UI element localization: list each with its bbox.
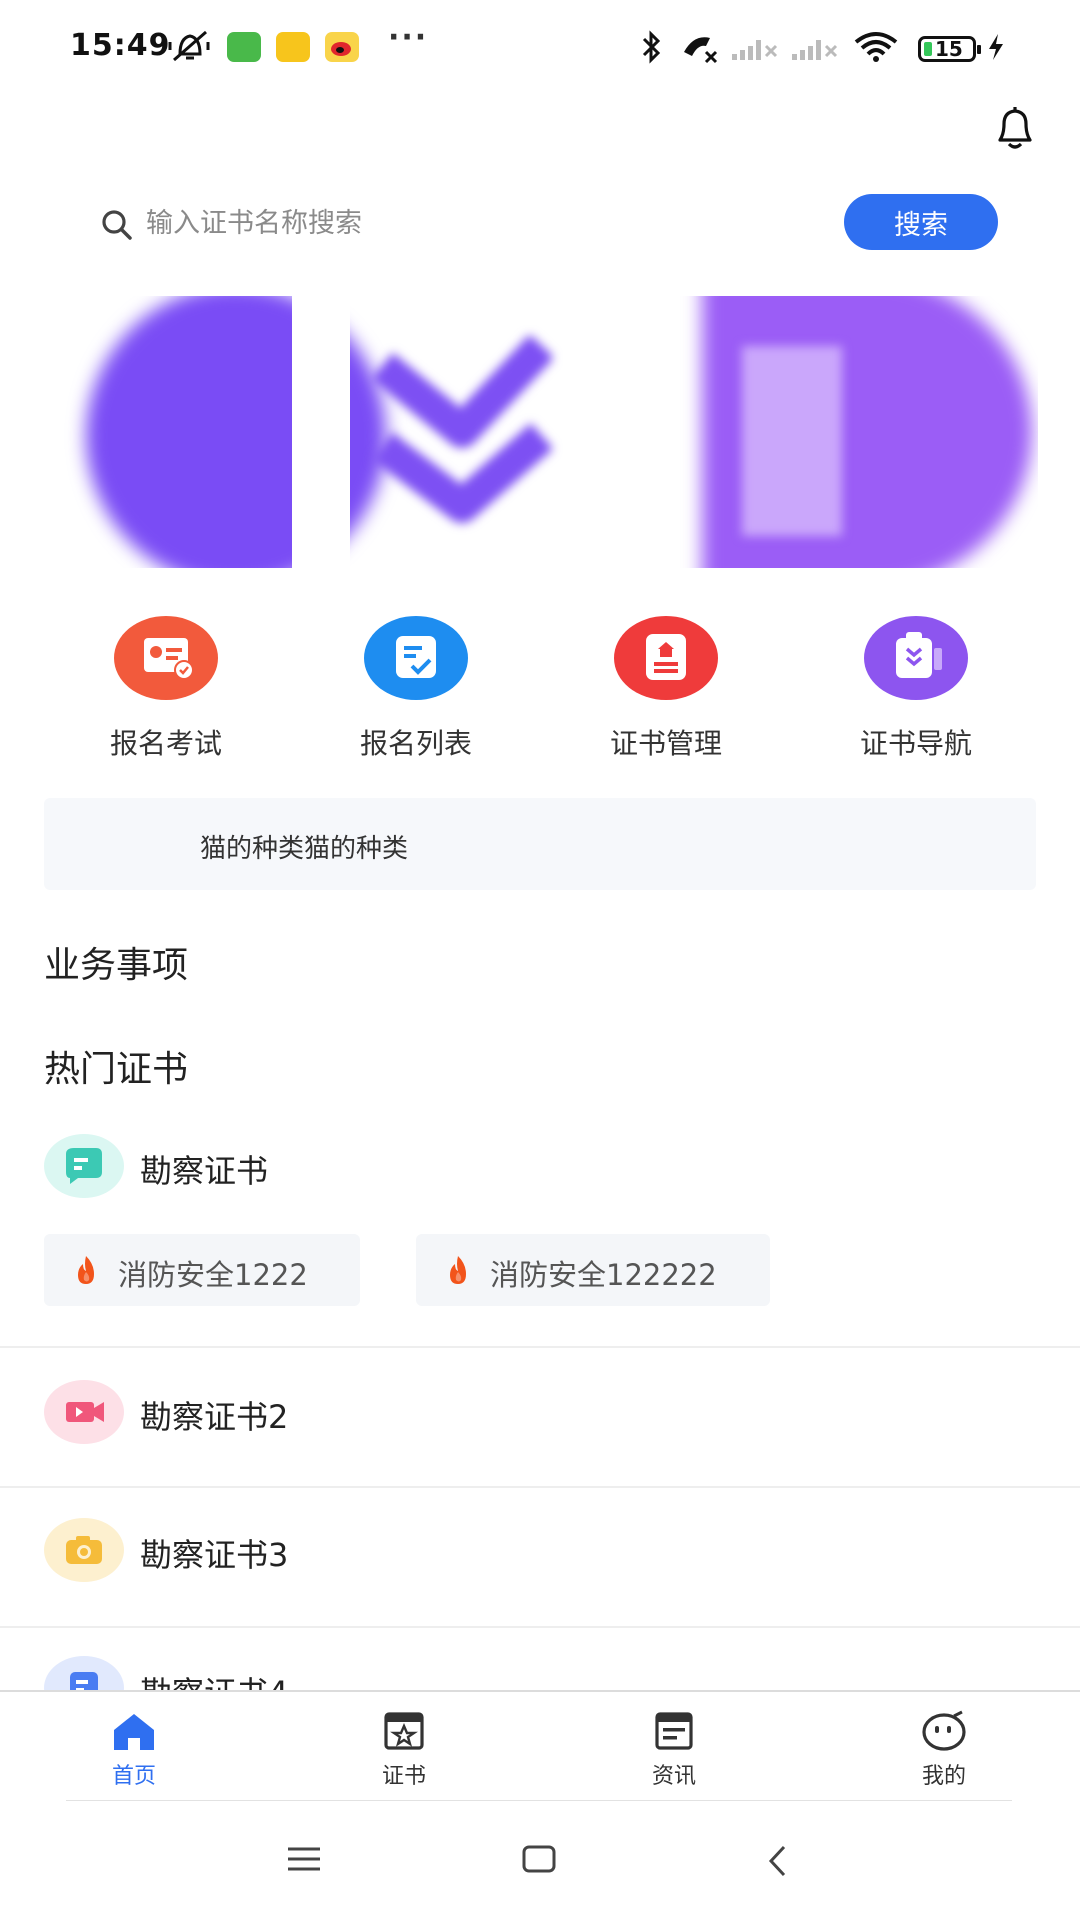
category-label: 勘察证书 [140, 1152, 269, 1190]
tab-home[interactable]: 首页 [74, 1710, 194, 1800]
notification-bell-icon[interactable] [992, 104, 1038, 154]
category-label: 勘察证书3 [140, 1536, 289, 1574]
signal-off-icon-1 [732, 40, 778, 60]
certificate-icon [384, 1712, 424, 1750]
search-button[interactable]: 搜索 [844, 194, 998, 250]
quick-action-cert-navigation[interactable]: 证书导航 [816, 616, 1016, 766]
search-bar: 搜索 [90, 194, 1000, 252]
weibo-app-icon [325, 32, 359, 62]
quick-action-signup-list[interactable]: 报名列表 [316, 616, 516, 766]
camera-icon [44, 1518, 124, 1582]
notice-text: 猫的种类猫的种类 [200, 834, 409, 864]
hot-cert-tag[interactable]: 消防安全122222 [416, 1234, 770, 1306]
tab-profile[interactable]: 我的 [884, 1710, 1004, 1800]
section-title-hot-certs: 热门证书 [44, 1049, 189, 1090]
quick-action-label: 证书导航 [859, 727, 972, 760]
quick-action-label: 报名列表 [359, 727, 472, 760]
double-chevron-down-icon [372, 336, 552, 523]
quick-action-cert-management[interactable]: 证书管理 [566, 616, 766, 766]
home-icon [114, 1714, 154, 1750]
menu-icon[interactable] [286, 1844, 322, 1874]
tab-label: 证书 [381, 1764, 426, 1789]
quick-action-label: 证书管理 [609, 727, 722, 760]
wifi-icon [854, 32, 898, 62]
call-missed-icon [684, 37, 718, 64]
certificate-doc-icon [614, 616, 718, 700]
notice-bar[interactable]: 猫的种类猫的种类 [44, 798, 1036, 890]
hot-cert-label: 消防安全1222 [118, 1258, 308, 1292]
mute-vibrate-icon [168, 30, 210, 62]
news-icon [655, 1712, 693, 1750]
charging-icon [989, 34, 1003, 60]
clipboard-arrow-icon [864, 616, 968, 700]
battery-icon: 15 [918, 36, 981, 62]
divider [66, 1800, 1012, 1801]
tab-label: 资讯 [651, 1764, 696, 1789]
search-input[interactable] [146, 200, 706, 246]
meituan-app-icon [276, 32, 310, 62]
category-label: 勘察证书2 [140, 1398, 289, 1436]
video-camera-icon [44, 1380, 124, 1444]
tab-label: 我的 [921, 1764, 966, 1789]
tab-news[interactable]: 资讯 [614, 1710, 734, 1800]
more-notifications-icon: ··· [388, 20, 429, 55]
checklist-icon [364, 616, 468, 700]
search-icon [102, 210, 132, 240]
chat-bubble-icon [44, 1134, 124, 1198]
signal-off-icon-2 [792, 40, 838, 60]
system-nav-bar [0, 1802, 1080, 1920]
bluetooth-icon [642, 30, 661, 64]
profile-face-icon [922, 1710, 966, 1751]
fire-icon [78, 1256, 94, 1284]
status-bar: 15:49 ··· 15 [0, 0, 1080, 96]
tab-label: 首页 [111, 1764, 156, 1789]
divider [0, 1626, 1080, 1628]
fire-icon [450, 1256, 466, 1284]
bottom-tab-bar: 首页 证书 资讯 我的 [0, 1690, 1080, 1802]
hot-cert-label: 消防安全122222 [490, 1258, 717, 1292]
app-notification-icon [227, 32, 261, 62]
divider [0, 1486, 1080, 1488]
banner-right-panel [742, 346, 842, 536]
quick-action-label: 报名考试 [109, 727, 222, 760]
battery-level: 15 [935, 37, 963, 61]
status-time: 15:49 [70, 28, 171, 63]
back-icon[interactable] [766, 1844, 790, 1878]
section-title-business: 业务事项 [44, 945, 189, 986]
hot-cert-tag[interactable]: 消防安全1222 [44, 1234, 360, 1306]
home-square-icon[interactable] [522, 1844, 556, 1874]
tab-certificates[interactable]: 证书 [344, 1710, 464, 1800]
quick-action-signup-exam[interactable]: 报名考试 [66, 616, 266, 766]
id-card-check-icon [114, 616, 218, 700]
divider [0, 1346, 1080, 1348]
promo-banner[interactable] [42, 296, 1038, 568]
